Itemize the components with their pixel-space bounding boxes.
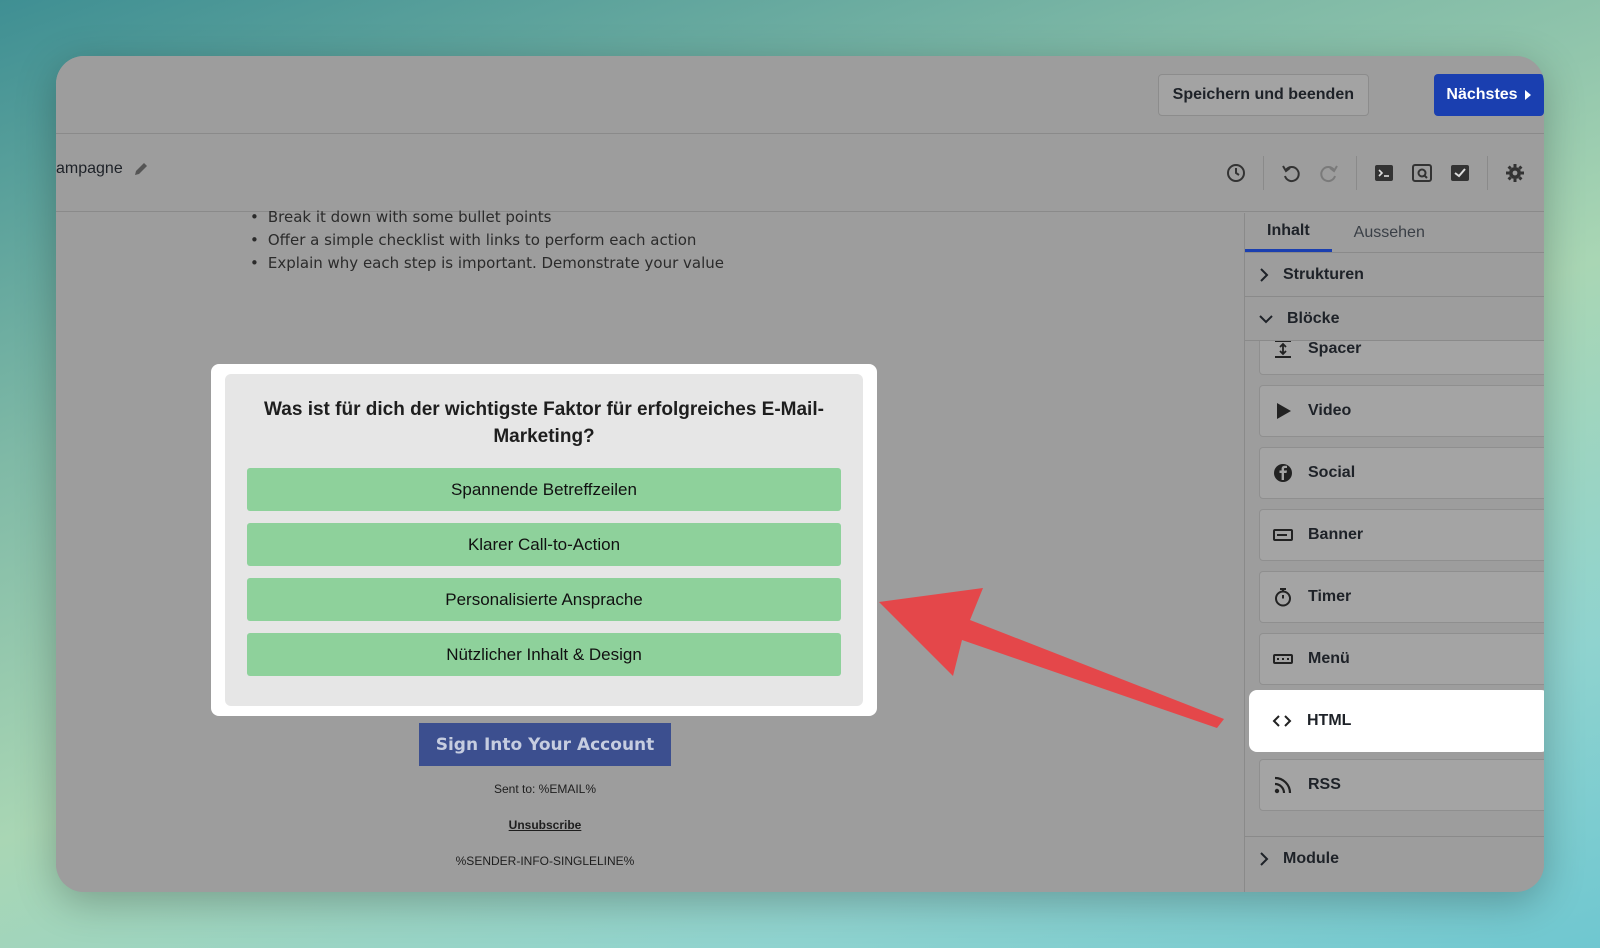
rss-icon xyxy=(1272,774,1294,796)
block-label: Timer xyxy=(1308,588,1352,605)
next-button[interactable]: Nächstes xyxy=(1434,74,1544,116)
block-label: Menü xyxy=(1308,650,1350,667)
poll-option[interactable]: Spannende Betreffzeilen xyxy=(247,468,841,511)
sidebar-tabs: Inhalt Aussehen xyxy=(1245,213,1544,253)
email-canvas: Break it down with some bullet points Of… xyxy=(56,208,1236,892)
next-button-label: Nächstes xyxy=(1446,86,1518,103)
block-label: Spacer xyxy=(1308,341,1362,357)
toolbar-divider xyxy=(1356,156,1357,190)
accordion-modules[interactable]: Module xyxy=(1245,836,1544,880)
undo-icon[interactable] xyxy=(1272,156,1310,190)
block-timer[interactable]: Timer xyxy=(1259,571,1544,623)
poll-option[interactable]: Klarer Call-to-Action xyxy=(247,523,841,566)
tab-aussehen[interactable]: Aussehen xyxy=(1332,213,1447,252)
chevron-right-icon xyxy=(1260,851,1269,866)
block-social[interactable]: Social xyxy=(1259,447,1544,499)
blocks-list: Spacer Video Social Banner Timer Menü HT… xyxy=(1245,341,1544,836)
poll-option[interactable]: Nützlicher Inhalt & Design xyxy=(247,633,841,676)
block-spacer[interactable]: Spacer xyxy=(1259,341,1544,375)
facebook-icon xyxy=(1272,462,1294,484)
poll-option[interactable]: Personalisierte Ansprache xyxy=(247,578,841,621)
gear-icon[interactable] xyxy=(1496,156,1534,190)
test-email-icon[interactable] xyxy=(1441,156,1479,190)
caret-right-icon xyxy=(1524,90,1531,100)
block-banner[interactable]: Banner xyxy=(1259,509,1544,561)
banner-icon xyxy=(1272,524,1294,546)
toolbar-divider xyxy=(1263,156,1264,190)
tab-inhalt[interactable]: Inhalt xyxy=(1245,213,1332,252)
code-editor-icon[interactable] xyxy=(1365,156,1403,190)
play-icon xyxy=(1272,400,1294,422)
block-label: RSS xyxy=(1308,776,1341,793)
history-icon[interactable] xyxy=(1217,156,1255,190)
block-html[interactable]: HTML xyxy=(1249,690,1544,752)
unsubscribe-row: Unsubscribe xyxy=(56,818,1034,832)
accordion-label: Module xyxy=(1283,849,1339,867)
app-window: Speichern und beenden Nächstes ampagne •… xyxy=(56,56,1544,892)
sign-in-button[interactable]: Sign Into Your Account xyxy=(419,723,671,766)
save-and-exit-button[interactable]: Speichern und beenden xyxy=(1157,74,1369,116)
campaign-name[interactable]: ampagne xyxy=(56,160,149,178)
list-item: Explain why each step is important. Demo… xyxy=(250,251,724,274)
menu-icon xyxy=(1272,648,1294,670)
poll-block[interactable]: Was ist für dich der wichtigste Faktor f… xyxy=(211,364,877,716)
accordion-label: Blöcke xyxy=(1287,309,1340,327)
sent-to-text: Sent to: %EMAIL% xyxy=(493,782,597,796)
campaign-name-text: ampagne xyxy=(56,160,123,177)
bullet-list: Break it down with some bullet points Of… xyxy=(250,205,724,274)
stopwatch-icon xyxy=(1272,586,1294,608)
code-icon xyxy=(1271,710,1293,732)
preview-icon[interactable] xyxy=(1403,156,1441,190)
poll-question: Was ist für dich der wichtigste Faktor f… xyxy=(264,399,824,447)
unsubscribe-link[interactable]: Unsubscribe xyxy=(509,818,582,832)
sender-info-text: %SENDER-INFO-SINGLELINE% xyxy=(455,854,635,868)
list-item: Offer a simple checklist with links to p… xyxy=(250,228,724,251)
block-label: Video xyxy=(1308,402,1352,419)
redo-icon[interactable] xyxy=(1310,156,1348,190)
block-label: Banner xyxy=(1308,526,1364,543)
block-rss[interactable]: RSS xyxy=(1259,759,1544,811)
pencil-icon[interactable] xyxy=(133,161,149,177)
chevron-down-icon xyxy=(1259,314,1273,323)
block-video[interactable]: Video xyxy=(1259,385,1544,437)
list-item: Break it down with some bullet points xyxy=(250,205,724,228)
accordion-label: Strukturen xyxy=(1283,265,1364,283)
editor-toolbar: ampagne xyxy=(56,134,1544,212)
block-label: HTML xyxy=(1307,712,1352,729)
spacer-icon xyxy=(1272,341,1294,360)
content-sidebar: Inhalt Aussehen Strukturen Blöcke Spacer… xyxy=(1244,213,1544,892)
block-menu[interactable]: Menü xyxy=(1259,633,1544,685)
poll-card: Was ist für dich der wichtigste Faktor f… xyxy=(225,374,863,706)
chevron-right-icon xyxy=(1260,267,1269,282)
accordion-structures[interactable]: Strukturen xyxy=(1245,253,1544,297)
top-bar: Speichern und beenden Nächstes xyxy=(56,56,1544,134)
toolbar-icons xyxy=(1217,156,1534,190)
accordion-blocks[interactable]: Blöcke xyxy=(1245,297,1544,341)
block-label: Social xyxy=(1308,464,1356,481)
toolbar-divider xyxy=(1487,156,1488,190)
